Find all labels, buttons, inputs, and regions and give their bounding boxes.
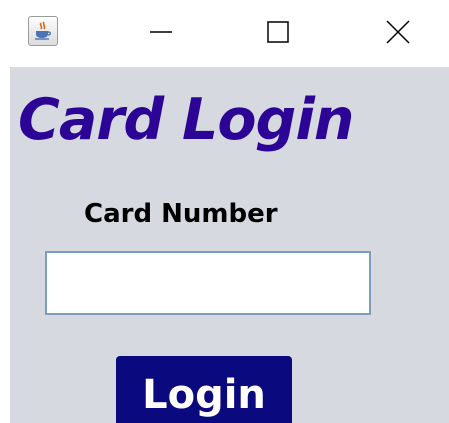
login-panel: Card Login Card Number Login [10, 67, 449, 423]
java-cup-icon[interactable] [28, 16, 58, 46]
maximize-button[interactable] [255, 10, 301, 54]
title-bar[interactable] [0, 0, 449, 67]
minimize-button[interactable] [138, 10, 184, 54]
close-button[interactable] [375, 10, 421, 54]
maximize-icon [267, 21, 289, 43]
card-number-input[interactable] [45, 251, 371, 315]
close-icon [386, 20, 410, 44]
card-number-label: Card Number [84, 199, 278, 229]
page-title: Card Login [18, 87, 354, 153]
minimize-icon [150, 31, 172, 33]
app-window: Card Login Card Number Login [0, 0, 449, 423]
login-button[interactable]: Login [116, 356, 292, 423]
